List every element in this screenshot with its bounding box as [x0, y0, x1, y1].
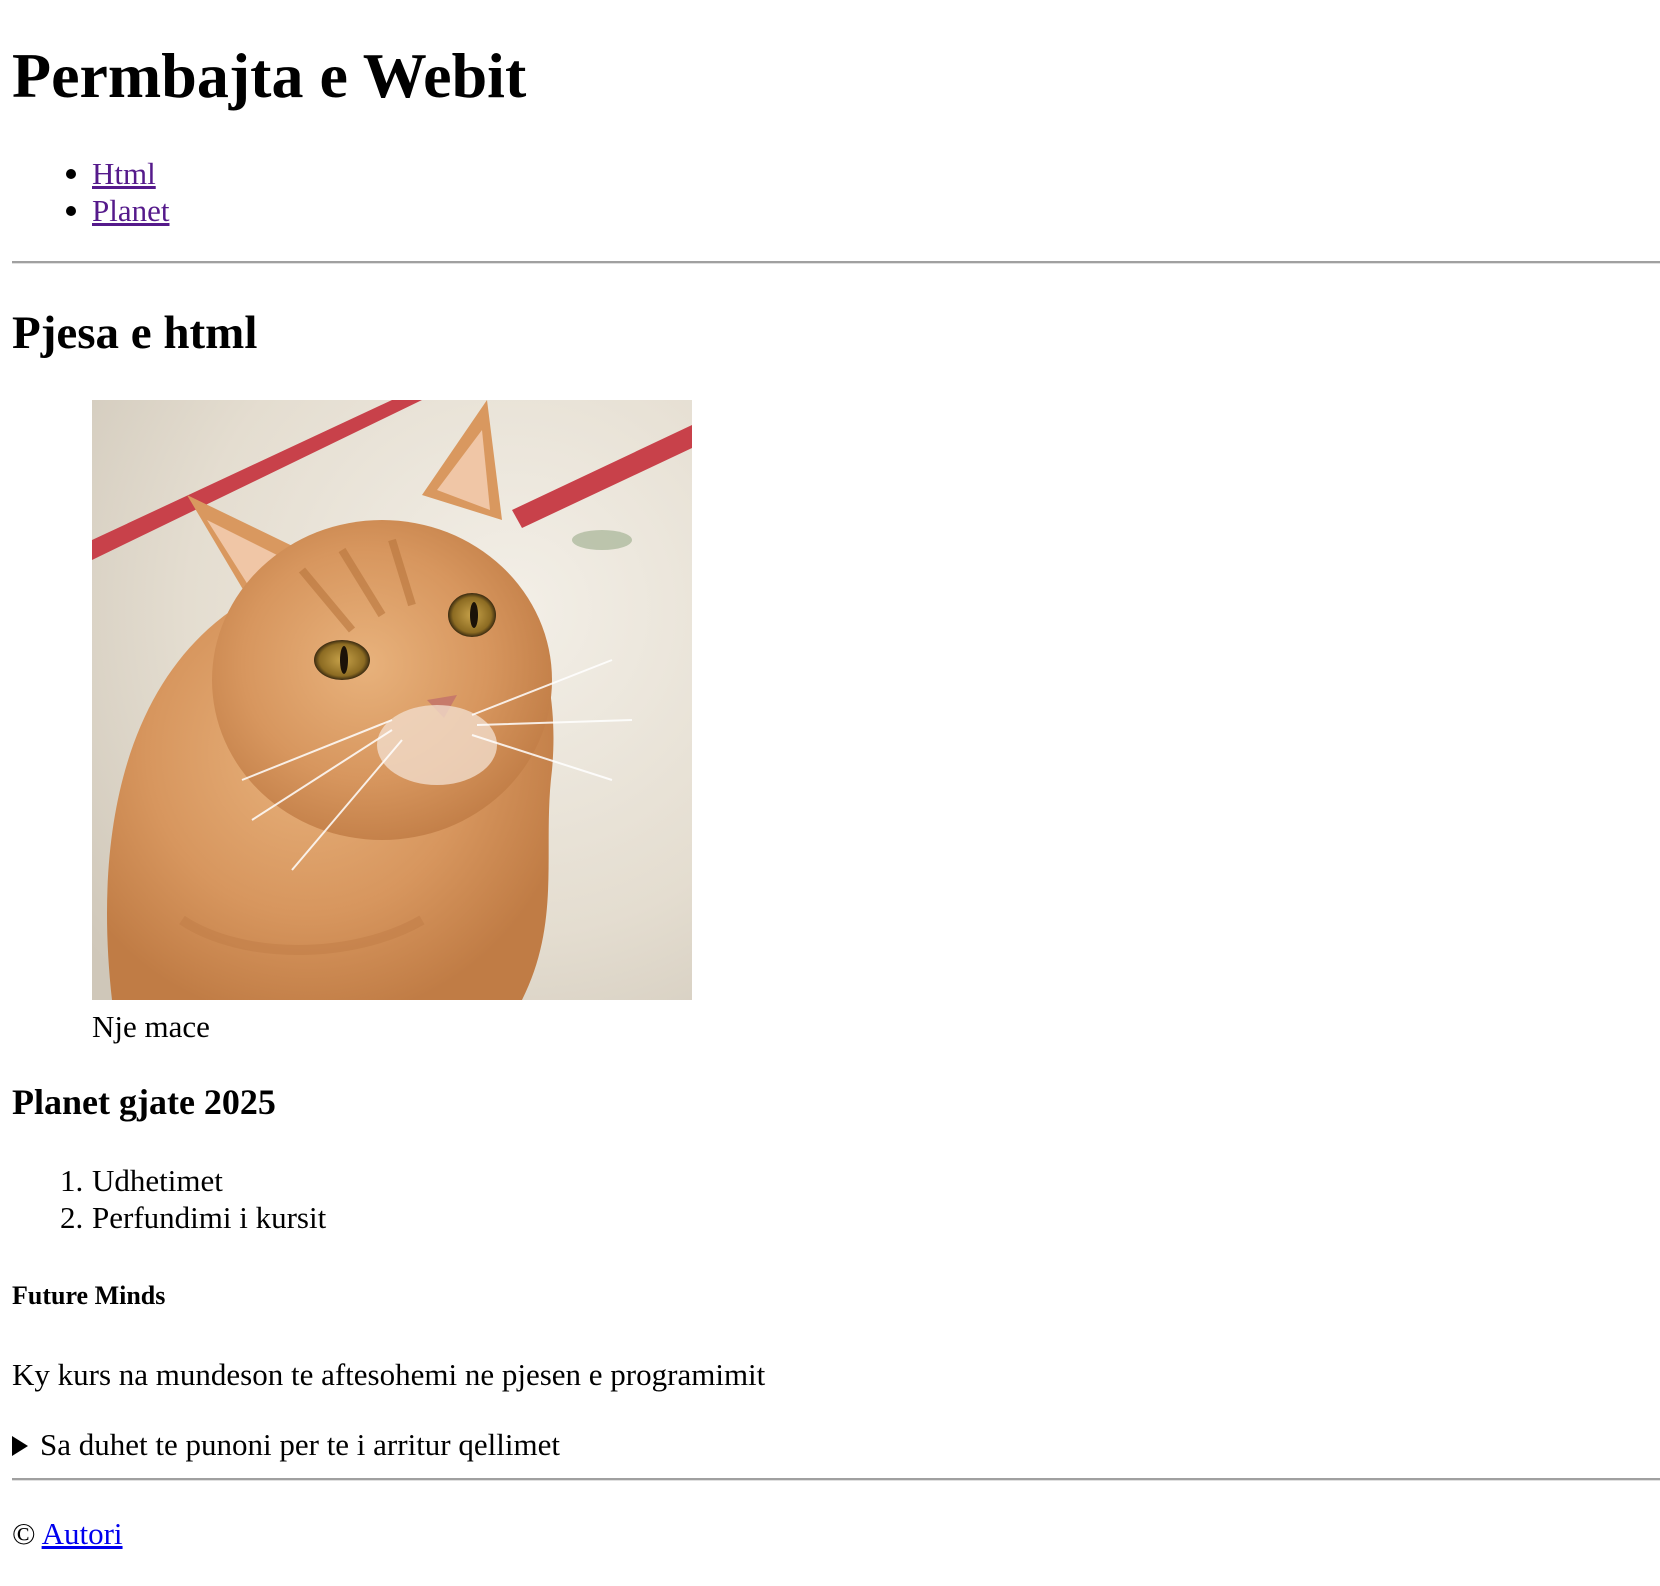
- nav-link-html[interactable]: Html: [92, 156, 156, 191]
- section-heading-html: Pjesa e html: [12, 307, 258, 359]
- figure: Nje mace: [92, 400, 692, 1044]
- bullet-icon: [66, 169, 76, 179]
- list-number: 1.: [60, 1163, 84, 1198]
- horizontal-rule: [12, 1478, 1660, 1481]
- horizontal-rule: [12, 261, 1660, 264]
- list-item-label: Udhetimet: [92, 1163, 223, 1198]
- bullet-icon: [66, 206, 76, 216]
- cat-photo-icon: [92, 400, 692, 1000]
- list-item: 2. Perfundimi i kursit: [12, 1199, 326, 1236]
- nav-list: Html Planet: [12, 155, 170, 229]
- nav-link-planet[interactable]: Planet: [92, 193, 170, 228]
- list-item: 1. Udhetimet: [12, 1162, 326, 1199]
- list-item-label: Perfundimi i kursit: [92, 1200, 327, 1235]
- nav-item-planet: Planet: [12, 192, 170, 229]
- course-description: Ky kurs na mundeson te aftesohemi ne pje…: [12, 1357, 766, 1392]
- author-link[interactable]: Autori: [42, 1516, 123, 1551]
- details-summary-toggle[interactable]: Sa duhet te punoni per te i arritur qell…: [12, 1426, 560, 1463]
- plans-list: 1. Udhetimet 2. Perfundimi i kursit: [12, 1162, 326, 1236]
- copyright-symbol: ©: [12, 1516, 36, 1551]
- list-number: 2.: [60, 1200, 84, 1235]
- disclosure-triangle-icon: [12, 1435, 28, 1456]
- section-heading-plans: Planet gjate 2025: [12, 1082, 276, 1122]
- figure-caption: Nje mace: [92, 1009, 210, 1044]
- details-summary-label: Sa duhet te punoni per te i arritur qell…: [40, 1427, 560, 1462]
- page-title: Permbajta e Webit: [12, 40, 527, 111]
- section-heading-future-minds: Future Minds: [12, 1281, 166, 1310]
- footer: © Autori: [12, 1515, 123, 1552]
- nav-item-html: Html: [12, 155, 170, 192]
